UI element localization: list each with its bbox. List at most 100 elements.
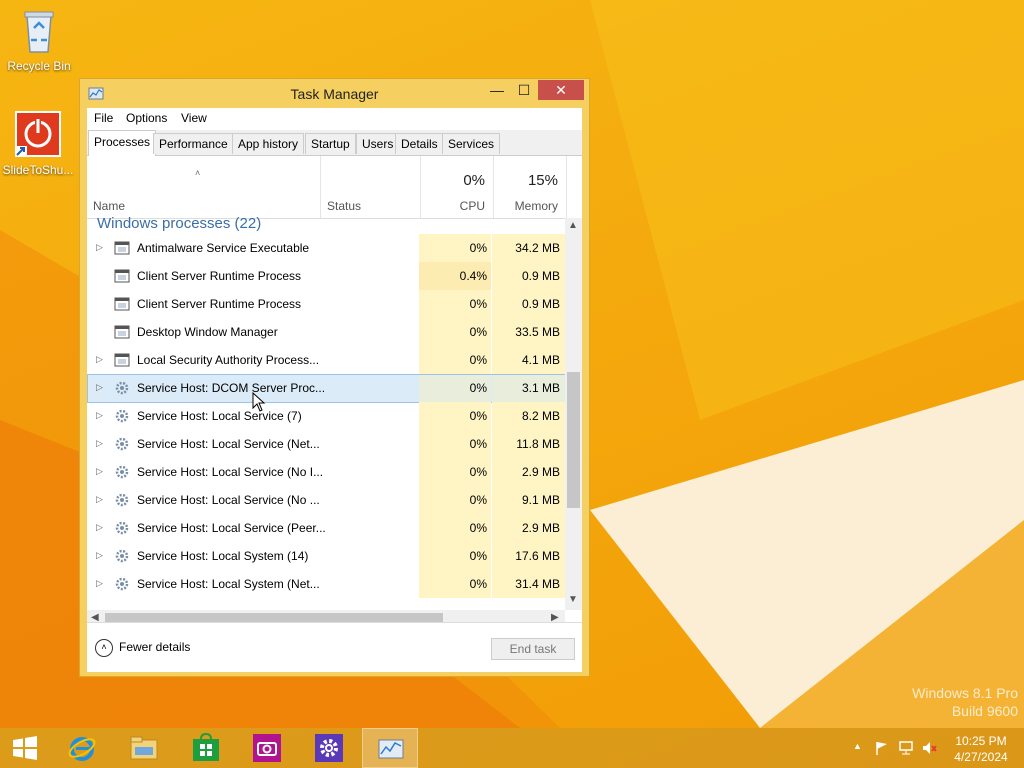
process-cpu: 0% (469, 409, 487, 423)
column-header-row: ˄ Name Status 0% CPU 15% Memory (87, 156, 582, 219)
column-header-cpu[interactable]: 0% CPU (421, 156, 494, 218)
process-cpu: 0% (469, 241, 487, 255)
recycle-bin-icon (24, 11, 54, 53)
start-button[interactable] (0, 728, 56, 768)
expand-chevron-icon[interactable]: ▷ (96, 410, 103, 421)
task-manager-icon (378, 739, 404, 759)
action-center-flag-icon[interactable] (874, 740, 890, 756)
expand-chevron-icon[interactable]: ▷ (96, 578, 103, 589)
process-cpu: 0% (469, 549, 487, 563)
process-name: Client Server Runtime Process (137, 269, 302, 283)
gear-icon (115, 521, 129, 535)
taskbar-settings[interactable] (301, 728, 357, 768)
process-cpu: 0% (469, 577, 487, 591)
horizontal-scroll-thumb[interactable] (105, 613, 443, 622)
app-window-icon (114, 353, 130, 367)
expand-chevron-icon[interactable]: ▷ (96, 494, 103, 505)
process-name: Service Host: Local System (14) (137, 549, 309, 563)
tab-performance[interactable]: Performance (153, 133, 234, 154)
process-row[interactable]: Client Server Runtime Process 0% 0.9 MB (87, 290, 565, 318)
taskbar-camera[interactable] (239, 728, 295, 768)
group-header-windows-processes[interactable]: Windows processes (22) (97, 215, 261, 232)
maximize-button[interactable]: ☐ (510, 80, 538, 100)
sort-ascending-icon: ˄ (195, 168, 201, 178)
menu-view[interactable]: View (181, 111, 207, 125)
process-row[interactable]: ▷ Service Host: Local System (Net... 0% 31.… (87, 570, 565, 598)
desktop-icon-slide-to-shutdown[interactable]: SlideToShu... (0, 110, 76, 177)
expand-chevron-icon[interactable]: ▷ (96, 354, 103, 365)
process-row[interactable]: ▷ Service Host: Local Service (Peer... 0% 2… (87, 514, 565, 542)
process-row[interactable]: ▷ Service Host: Local Service (Net... 0% 11… (87, 430, 565, 458)
scroll-right-icon[interactable]: ▶ (551, 612, 559, 622)
column-header-memory[interactable]: 15% Memory (494, 156, 567, 218)
process-name: Desktop Window Manager (137, 325, 278, 339)
process-row[interactable]: Client Server Runtime Process 0.4% 0.9 MB (87, 262, 565, 290)
process-cpu: 0% (469, 521, 487, 535)
process-cpu: 0% (469, 325, 487, 339)
vertical-scrollbar[interactable]: ▲ ▼ (565, 218, 582, 610)
process-row[interactable]: ▷ Service Host: Local Service (No ... 0% 9.… (87, 486, 565, 514)
process-row[interactable]: ▷ Local Security Authority Process... 0% 4.… (87, 346, 565, 374)
column-name-label: Name (93, 199, 126, 213)
show-hidden-icons-icon[interactable]: ▲ (853, 741, 862, 751)
scroll-left-icon[interactable]: ◀ (91, 612, 99, 622)
title-bar[interactable]: Task Manager — ☐ ✕ (80, 79, 589, 109)
column-status-label: Status (327, 199, 362, 213)
process-row[interactable]: ▷ Antimalware Service Executable 0% 34.2 MB (87, 234, 565, 262)
taskbar-internet-explorer[interactable] (54, 728, 110, 768)
system-tray: ▲ (850, 728, 940, 768)
expand-chevron-icon[interactable]: ▷ (96, 466, 103, 477)
expand-chevron-icon[interactable]: ▷ (96, 438, 103, 449)
process-name: Service Host: Local Service (Peer... (137, 521, 326, 535)
app-window-icon (114, 297, 130, 311)
tab-services[interactable]: Services (442, 133, 501, 154)
process-row[interactable]: ▷ Service Host: Local System (14) 0% 17.6 M… (87, 542, 565, 570)
taskbar-file-explorer[interactable] (116, 728, 172, 768)
vertical-scroll-thumb[interactable] (567, 372, 580, 508)
process-cpu: 0% (469, 493, 487, 507)
process-row[interactable]: ▷ Service Host: Local Service (No I... 0% 2… (87, 458, 565, 486)
power-icon (15, 111, 61, 157)
taskbar-task-manager[interactable] (362, 728, 418, 768)
desktop-icon-recycle-bin[interactable]: Recycle Bin (1, 6, 77, 73)
expand-chevron-icon[interactable]: ▷ (96, 242, 103, 253)
recycle-bin-label: Recycle Bin (7, 59, 71, 73)
process-row[interactable]: Desktop Window Manager 0% 33.5 MB (87, 318, 565, 346)
process-memory: 0.9 MB (521, 297, 560, 311)
close-button[interactable]: ✕ (538, 80, 584, 100)
expand-chevron-icon[interactable]: ▷ (96, 382, 103, 393)
taskbar-store[interactable] (178, 728, 234, 768)
process-row[interactable]: ▷ Service Host: Local Service (7) 0% 8.2 MB (87, 402, 565, 430)
network-icon[interactable] (898, 740, 914, 756)
taskbar-clock[interactable]: 10:25 PM 4/27/2024 (948, 733, 1014, 765)
process-name: Service Host: Local Service (No ... (137, 493, 320, 507)
tab-app-history[interactable]: App history (232, 133, 305, 154)
cpu-cell-bg (419, 374, 491, 402)
horizontal-scrollbar[interactable]: ◀ ▶ (87, 610, 565, 622)
column-header-status[interactable]: Status (321, 156, 421, 218)
expand-chevron-icon[interactable]: ▷ (96, 522, 103, 533)
tab-startup[interactable]: Startup (305, 133, 356, 154)
cpu-total-percent: 0% (463, 172, 485, 189)
scroll-down-icon[interactable]: ▼ (568, 594, 578, 605)
tab-users[interactable]: Users (356, 133, 400, 154)
menu-options[interactable]: Options (126, 111, 167, 125)
process-name: Local Security Authority Process... (137, 353, 320, 367)
menu-file[interactable]: File (94, 111, 113, 125)
volume-muted-icon[interactable] (921, 740, 937, 756)
minimize-button[interactable]: — (483, 80, 511, 100)
tab-details[interactable]: Details (395, 133, 444, 154)
fewer-details-button[interactable]: ˄ Fewer details (95, 639, 190, 657)
process-row[interactable]: ▷ Service Host: DCOM Server Proc... 0% 3.1 … (87, 374, 566, 403)
process-memory: 31.4 MB (515, 577, 560, 591)
scroll-up-icon[interactable]: ▲ (568, 220, 578, 231)
gear-icon (115, 465, 129, 479)
chevron-up-icon: ˄ (95, 639, 113, 657)
column-header-name[interactable]: ˄ Name (87, 156, 321, 218)
process-name: Service Host: Local System (Net... (137, 577, 320, 591)
end-task-button[interactable]: End task (491, 638, 575, 660)
gear-icon (115, 493, 129, 507)
expand-chevron-icon[interactable]: ▷ (96, 550, 103, 561)
tab-processes[interactable]: Processes (88, 130, 157, 156)
app-window-icon (114, 241, 130, 255)
